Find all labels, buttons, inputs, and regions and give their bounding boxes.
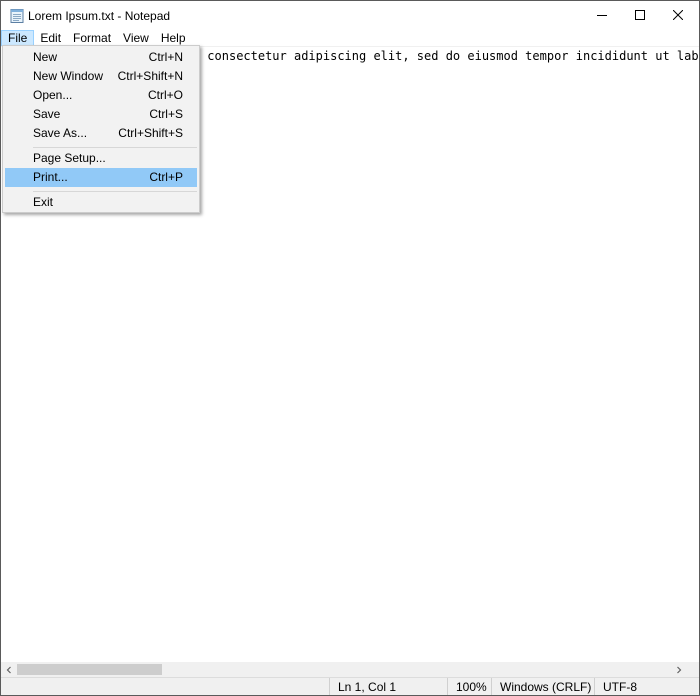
menu-item-open[interactable]: Open... Ctrl+O xyxy=(5,86,197,105)
menu-format[interactable]: Format xyxy=(67,30,117,46)
menu-item-label: Save As... xyxy=(33,126,88,140)
horizontal-scrollbar[interactable] xyxy=(1,662,699,677)
menu-item-shortcut: Ctrl+N xyxy=(148,50,183,64)
close-button[interactable] xyxy=(655,1,699,30)
file-menu-dropdown: New Ctrl+N New Window Ctrl+Shift+N Open.… xyxy=(2,45,200,213)
maximize-icon xyxy=(635,9,645,23)
menu-item-label: Open... xyxy=(33,88,73,102)
menu-item-new[interactable]: New Ctrl+N xyxy=(5,48,197,67)
menu-item-shortcut: Ctrl+Shift+S xyxy=(118,126,183,140)
status-cursor-position: Ln 1, Col 1 xyxy=(329,678,447,695)
menu-item-label: Save xyxy=(33,107,61,121)
menu-bar: File Edit Format View Help xyxy=(1,30,699,46)
menu-help[interactable]: Help xyxy=(155,30,192,46)
menu-file[interactable]: File xyxy=(1,30,35,46)
menu-item-label: Print... xyxy=(33,170,68,184)
menu-edit[interactable]: Edit xyxy=(34,30,67,46)
menu-item-shortcut: Ctrl+O xyxy=(147,88,183,102)
menu-separator xyxy=(33,191,197,192)
menu-item-page-setup[interactable]: Page Setup... xyxy=(5,149,197,168)
menu-view[interactable]: View xyxy=(117,30,155,46)
status-bar: Ln 1, Col 1 100% Windows (CRLF) UTF-8 xyxy=(1,677,699,695)
notepad-icon[interactable] xyxy=(10,8,24,23)
menu-item-shortcut: Ctrl+Shift+N xyxy=(117,69,183,83)
menu-item-shortcut: Ctrl+P xyxy=(149,170,183,184)
chevron-left-icon xyxy=(5,663,13,677)
menu-item-new-window[interactable]: New Window Ctrl+Shift+N xyxy=(5,67,197,86)
scroll-corner xyxy=(687,662,699,677)
status-zoom: 100% xyxy=(447,678,491,695)
status-encoding: UTF-8 xyxy=(594,678,699,695)
scrollbar-thumb[interactable] xyxy=(17,664,162,675)
menu-item-shortcut: Ctrl+S xyxy=(149,107,183,121)
menu-item-save-as[interactable]: Save As... Ctrl+Shift+S xyxy=(5,124,197,143)
window-title: Lorem Ipsum.txt - Notepad xyxy=(28,9,171,23)
notepad-window: Lorem Ipsum.txt - Notepad File Edit Form… xyxy=(0,0,700,696)
menu-item-print[interactable]: Print... Ctrl+P xyxy=(5,168,197,187)
menu-item-label: Page Setup... xyxy=(33,151,106,165)
menu-item-label: New xyxy=(33,50,58,64)
close-icon xyxy=(672,9,684,23)
menu-item-save[interactable]: Save Ctrl+S xyxy=(5,105,197,124)
menu-item-label: Exit xyxy=(33,195,54,209)
menu-item-exit[interactable]: Exit xyxy=(5,193,197,212)
scroll-right-button[interactable] xyxy=(671,662,687,677)
title-bar[interactable]: Lorem Ipsum.txt - Notepad xyxy=(1,1,699,30)
chevron-right-icon xyxy=(675,663,683,677)
minimize-icon xyxy=(597,9,607,23)
menu-item-label: New Window xyxy=(33,69,104,83)
scroll-left-button[interactable] xyxy=(1,662,17,677)
status-line-ending: Windows (CRLF) xyxy=(491,678,594,695)
menu-separator xyxy=(33,147,197,148)
